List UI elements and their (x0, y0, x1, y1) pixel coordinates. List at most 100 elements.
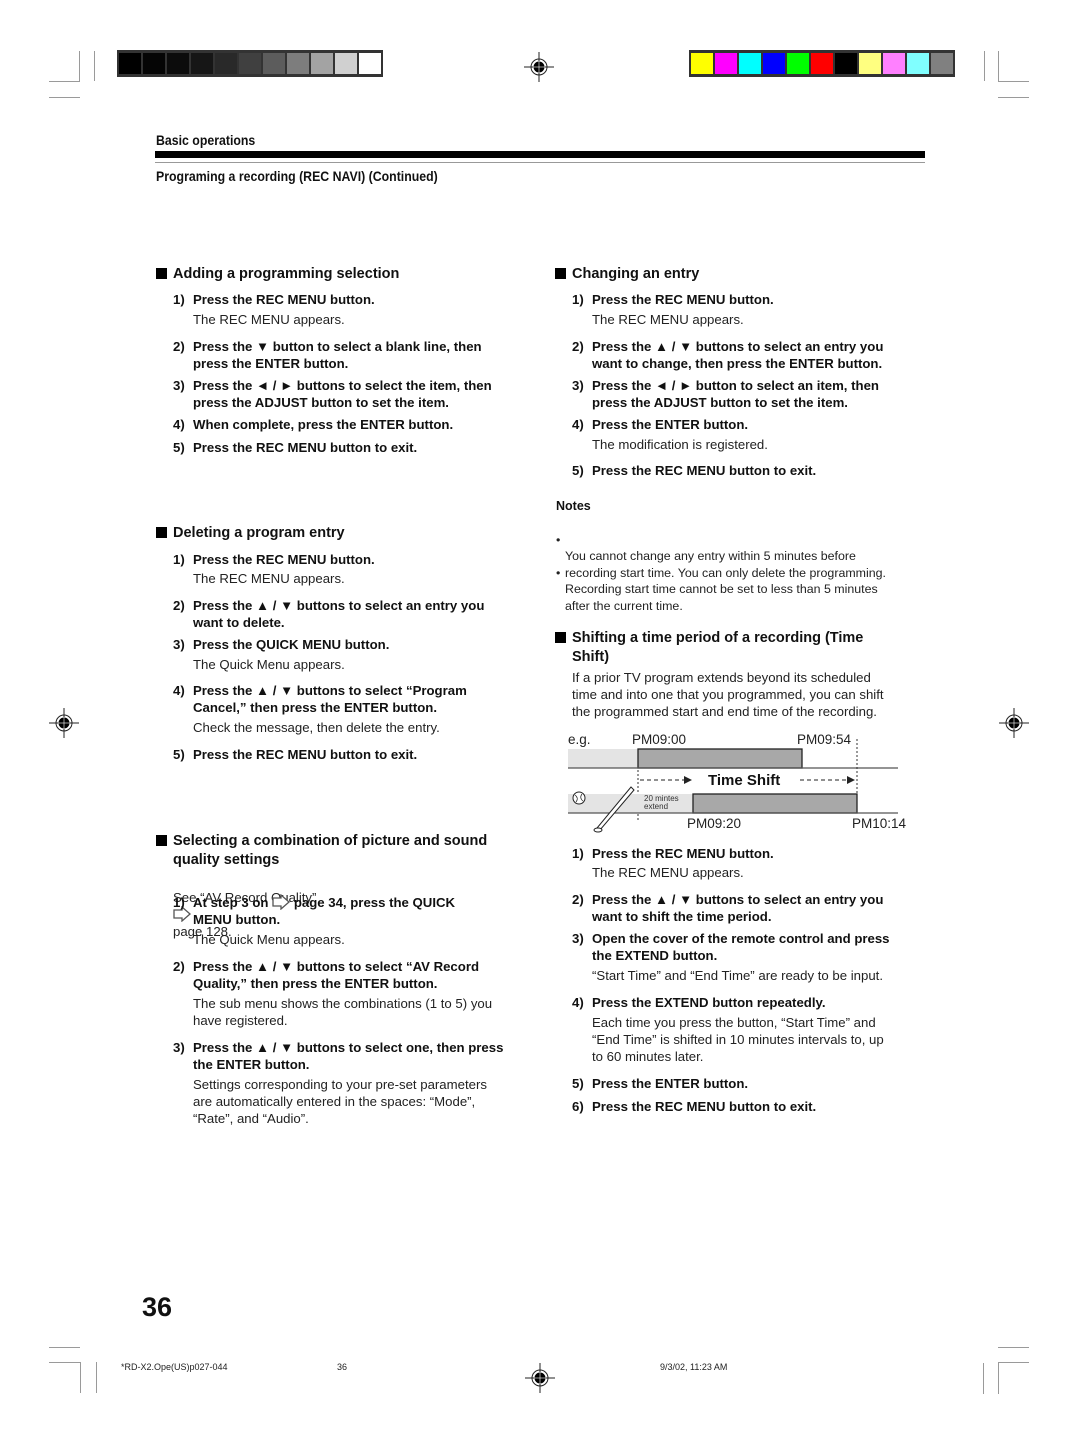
step-number: 3) (572, 931, 584, 946)
footer-sheet-number: 36 (337, 1362, 348, 1372)
step-number: 1) (173, 552, 185, 567)
calibration-swatch (167, 53, 189, 74)
step-instruction: Press the ◄ / ► buttons to select the it… (193, 378, 492, 410)
step-number: 1) (572, 292, 584, 307)
calibration-swatch (335, 53, 357, 74)
step-instruction: Press the EXTEND button repeatedly. (592, 995, 826, 1010)
calibration-swatch (739, 53, 761, 74)
square-bullet-icon (555, 268, 566, 279)
header-rule (155, 151, 925, 158)
section-label: Basic operations (156, 132, 256, 148)
step-instruction: When complete, press the ENTER button. (193, 417, 454, 432)
footer-file-name: *RD-X2.Ope(US)p027-044 (121, 1362, 228, 1372)
step-detail: The Quick Menu appears. (193, 932, 345, 947)
step-instruction: Press the ▲ / ▼ buttons to select an ent… (193, 598, 485, 630)
crop-mark (998, 81, 1029, 82)
crop-mark (49, 81, 80, 82)
previous-program-block (568, 749, 638, 768)
step-detail: Check the message, then delete the entry… (193, 720, 440, 735)
page-number: 36 (142, 1292, 173, 1322)
step-instruction: Press the ▲ / ▼ buttons to select “AV Re… (193, 959, 480, 991)
crop-mark (94, 51, 95, 81)
section-heading-changing: Changing an entry (555, 265, 699, 284)
calibration-swatch (119, 53, 141, 74)
step-number: 4) (173, 417, 185, 432)
crop-mark (49, 1347, 80, 1348)
crop-mark (79, 51, 80, 81)
section-heading-adding: Adding a programming selection (156, 265, 399, 284)
step-instruction: Press the ENTER button. (592, 417, 749, 432)
square-bullet-icon (156, 835, 167, 846)
original-start-time: PM09:00 (632, 732, 687, 747)
note-text: Recording start time cannot be set to le… (565, 582, 878, 613)
registration-mark-icon (999, 708, 1029, 738)
step-number: 5) (173, 747, 185, 762)
step-detail: The modification is registered. (592, 437, 768, 452)
calibration-swatch (215, 53, 237, 74)
step-number: 5) (572, 463, 584, 478)
calibration-swatch (263, 53, 285, 74)
step-detail: “Start Time” and “End Time” are ready to… (592, 968, 883, 983)
calibration-swatch (715, 53, 737, 74)
step-number: 1) (173, 292, 185, 307)
step-instruction: Press the ▲ / ▼ buttons to select an ent… (592, 339, 884, 371)
crop-mark (998, 1347, 1029, 1348)
square-bullet-icon (156, 268, 167, 279)
color-calibration-bar (689, 50, 955, 77)
arrow-head-icon (847, 776, 855, 784)
step-instruction: Press the REC MENU button to exit. (193, 440, 418, 455)
step-number: 3) (572, 378, 584, 393)
step-detail: The REC MENU appears. (193, 312, 345, 327)
heading-text: Selecting a combination of picture and s… (173, 833, 488, 849)
step-number: 6) (572, 1099, 584, 1114)
step-instruction: Press the ▲ / ▼ buttons to select “Progr… (193, 683, 467, 715)
new-end-time: PM10:14 (852, 816, 907, 831)
new-start-time: PM09:20 (687, 816, 742, 831)
step-instruction: Open the cover of the remote control and… (592, 931, 890, 963)
arrow-head-icon (684, 776, 692, 784)
instruction-text: page 34, press the QUICK (293, 895, 456, 910)
calibration-swatch (787, 53, 809, 74)
heading-text: Changing an entry (572, 266, 700, 282)
square-bullet-icon (555, 632, 566, 643)
heading-text: Deleting a program entry (173, 525, 345, 541)
step-number: 1) (173, 895, 185, 910)
time-shift-label: Time Shift (708, 772, 781, 789)
registration-mark-icon (525, 1363, 555, 1393)
step-number: 2) (173, 339, 185, 354)
step-instruction: Press the QUICK MENU button. (193, 637, 390, 652)
step-number: 2) (572, 892, 584, 907)
crop-mark (984, 51, 985, 81)
step-instruction: Press the REC MENU button. (193, 292, 375, 307)
page-title: Programing a recording (REC NAVI) (Conti… (156, 168, 438, 184)
section-heading-selecting: Selecting a combination of picture and s… (156, 832, 487, 851)
crop-mark (998, 1363, 999, 1394)
calibration-swatch (359, 53, 381, 74)
calibration-swatch (287, 53, 309, 74)
heading-text: quality settings (173, 852, 280, 868)
step-number: 4) (572, 417, 584, 432)
bullet-icon: • (556, 565, 561, 580)
step-instruction: Press the REC MENU button to exit. (592, 463, 817, 478)
calibration-swatch (763, 53, 785, 74)
step-number: 5) (173, 440, 185, 455)
calibration-swatch (931, 53, 953, 74)
step-instruction: Press the REC MENU button to exit. (592, 1099, 817, 1114)
section-heading-timeshift: Shifting a time period of a recording (T… (555, 629, 863, 648)
section-heading-deleting: Deleting a program entry (156, 524, 345, 543)
calibration-swatch (311, 53, 333, 74)
note-text: You cannot change any entry within 5 min… (565, 549, 886, 580)
calibration-swatch (691, 53, 713, 74)
calibration-swatch (907, 53, 929, 74)
time-shift-diagram: e.g. PM09:00 PM09:54 Time Shift 20 minte… (560, 725, 920, 840)
heading-text: Shift) (572, 649, 610, 665)
crop-mark (998, 1362, 1029, 1363)
step-instruction: Press the ▲ / ▼ buttons to select one, t… (193, 1040, 504, 1072)
step-number: 2) (173, 598, 185, 613)
calibration-swatch (835, 53, 857, 74)
shifted-recording-block (692, 793, 858, 814)
crop-mark (80, 1362, 81, 1393)
crop-mark (96, 1362, 97, 1393)
step-number: 1) (572, 846, 584, 861)
step-detail: The Quick Menu appears. (193, 657, 345, 672)
